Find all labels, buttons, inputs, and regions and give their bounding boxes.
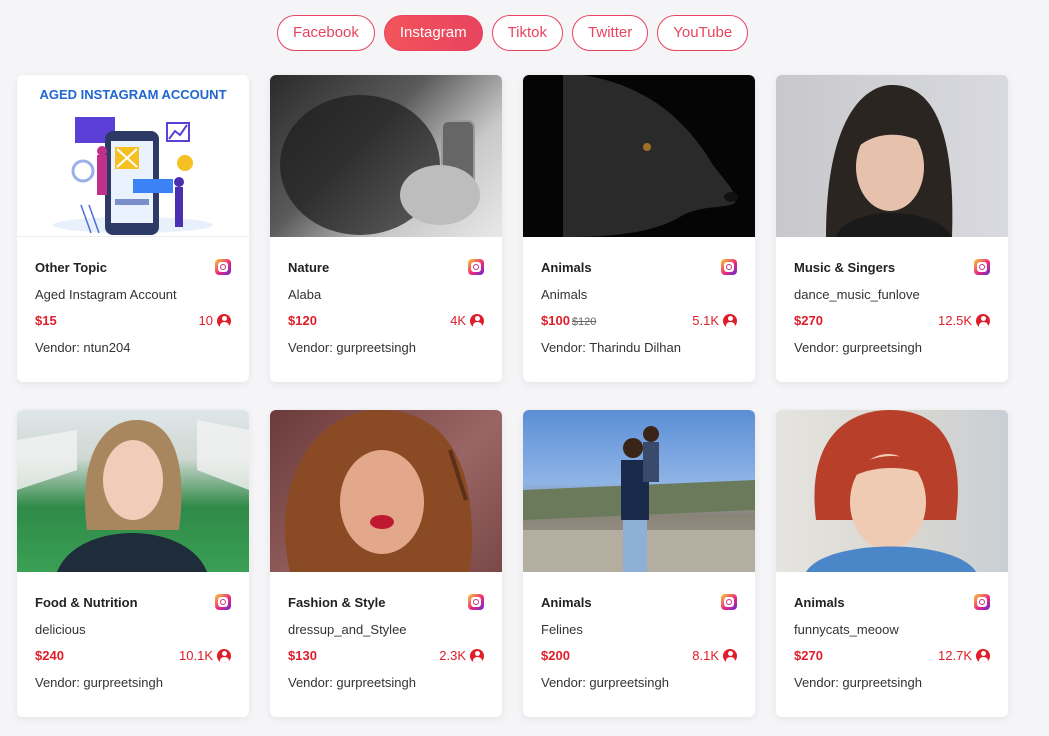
listing-category: Animals [541, 259, 592, 275]
instagram-icon [215, 594, 231, 610]
aged-instagram-account-illustration: AGED INSTAGRAM ACCOUNT [17, 75, 249, 237]
tab-instagram[interactable]: Instagram [383, 15, 483, 51]
listing-vendor: Vendor: gurpreetsingh [288, 340, 416, 355]
user-icon [976, 313, 990, 328]
listing-category: Food & Nutrition [35, 594, 138, 610]
instagram-icon [468, 259, 484, 275]
listing-card[interactable]: Music & Singers dance_music_funlove $270… [776, 75, 1008, 382]
listing-followers: 10 [199, 313, 231, 328]
listing-name: Aged Instagram Account [35, 287, 177, 302]
user-icon [470, 313, 484, 328]
user-icon [217, 648, 231, 663]
tab-tiktok[interactable]: Tiktok [491, 15, 564, 51]
listing-card[interactable]: AGED INSTAGRAM ACCOUNT Other Topic Aged … [17, 75, 249, 382]
listing-name: dance_music_funlove [794, 287, 920, 302]
listing-price: $15 [35, 313, 57, 328]
listing-vendor: Vendor: gurpreetsingh [288, 675, 416, 690]
instagram-icon [974, 594, 990, 610]
listing-card[interactable]: Fashion & Style dressup_and_Stylee $130 … [270, 410, 502, 717]
user-icon [470, 648, 484, 663]
listing-vendor: Vendor: gurpreetsingh [794, 675, 922, 690]
instagram-icon [721, 259, 737, 275]
mother-child-photo [523, 410, 755, 572]
listing-price: $240 [35, 648, 64, 663]
listing-card[interactable]: Animals Animals $100 $120 5.1K Vendor: Th… [523, 75, 755, 382]
listing-price: $270 [794, 648, 823, 663]
listing-grid: AGED INSTAGRAM ACCOUNT Other Topic Aged … [17, 75, 1008, 717]
instagram-icon [721, 594, 737, 610]
listing-price: $200 [541, 648, 570, 663]
listing-name: funnycats_meoow [794, 622, 899, 637]
listing-followers: 10.1K [179, 648, 231, 663]
listing-category: Animals [794, 594, 845, 610]
listing-vendor: Vendor: ntun204 [35, 340, 131, 355]
instagram-icon [215, 259, 231, 275]
user-icon [217, 313, 231, 328]
tab-twitter[interactable]: Twitter [572, 15, 649, 51]
listing-price: $100 $120 [541, 313, 597, 328]
instagram-icon [468, 594, 484, 610]
listing-card[interactable]: Animals funnycats_meoow $270 12.7K Vendo… [776, 410, 1008, 717]
listing-followers: 5.1K [692, 313, 737, 328]
woman-selfie-photo [17, 410, 249, 572]
listing-price: $120 [288, 313, 317, 328]
instagram-icon [974, 259, 990, 275]
listing-followers: 12.7K [938, 648, 990, 663]
listing-category: Fashion & Style [288, 594, 386, 610]
platform-tabs: Facebook Instagram Tiktok Twitter YouTub… [277, 15, 749, 51]
red-hair-woman-photo [776, 410, 1008, 572]
person-portrait-photo [776, 75, 1008, 237]
listing-card[interactable]: Animals Felines $200 8.1K Vendor: gurpre… [523, 410, 755, 717]
listing-name: delicious [35, 622, 86, 637]
tab-youtube[interactable]: YouTube [657, 15, 749, 51]
listing-category: Nature [288, 259, 330, 275]
listing-category: Music & Singers [794, 259, 896, 275]
listing-followers: 4K [450, 313, 484, 328]
listing-card[interactable]: Food & Nutrition delicious $240 10.1K Ve… [17, 410, 249, 717]
listing-name: Felines [541, 622, 583, 637]
listing-followers: 2.3K [439, 648, 484, 663]
user-icon [976, 648, 990, 663]
listing-price: $130 [288, 648, 317, 663]
listing-category: Animals [541, 594, 592, 610]
listing-category: Other Topic [35, 259, 107, 275]
user-icon [723, 313, 737, 328]
listing-vendor: Vendor: gurpreetsingh [794, 340, 922, 355]
listing-vendor: Vendor: gurpreetsingh [35, 675, 163, 690]
user-icon [723, 648, 737, 663]
listing-followers: 8.1K [692, 648, 737, 663]
curly-hair-woman-photo [270, 410, 502, 572]
svg-text:AGED INSTAGRAM ACCOUNT: AGED INSTAGRAM ACCOUNT [39, 87, 226, 102]
listing-name: dressup_and_Stylee [288, 622, 407, 637]
black-dog-photo [523, 75, 755, 237]
listing-vendor: Vendor: gurpreetsingh [541, 675, 669, 690]
listing-followers: 12.5K [938, 313, 990, 328]
listing-name: Animals [541, 287, 588, 302]
listing-card[interactable]: Nature Alaba $120 4K Vendor: gurpreetsin… [270, 75, 502, 382]
bw-phone-selfie-photo [270, 75, 502, 237]
tab-facebook[interactable]: Facebook [277, 15, 375, 51]
listing-vendor: Vendor: Tharindu Dilhan [541, 340, 681, 355]
listing-price: $270 [794, 313, 823, 328]
listing-name: Alaba [288, 287, 322, 302]
listing-old-price: $120 [571, 316, 597, 328]
